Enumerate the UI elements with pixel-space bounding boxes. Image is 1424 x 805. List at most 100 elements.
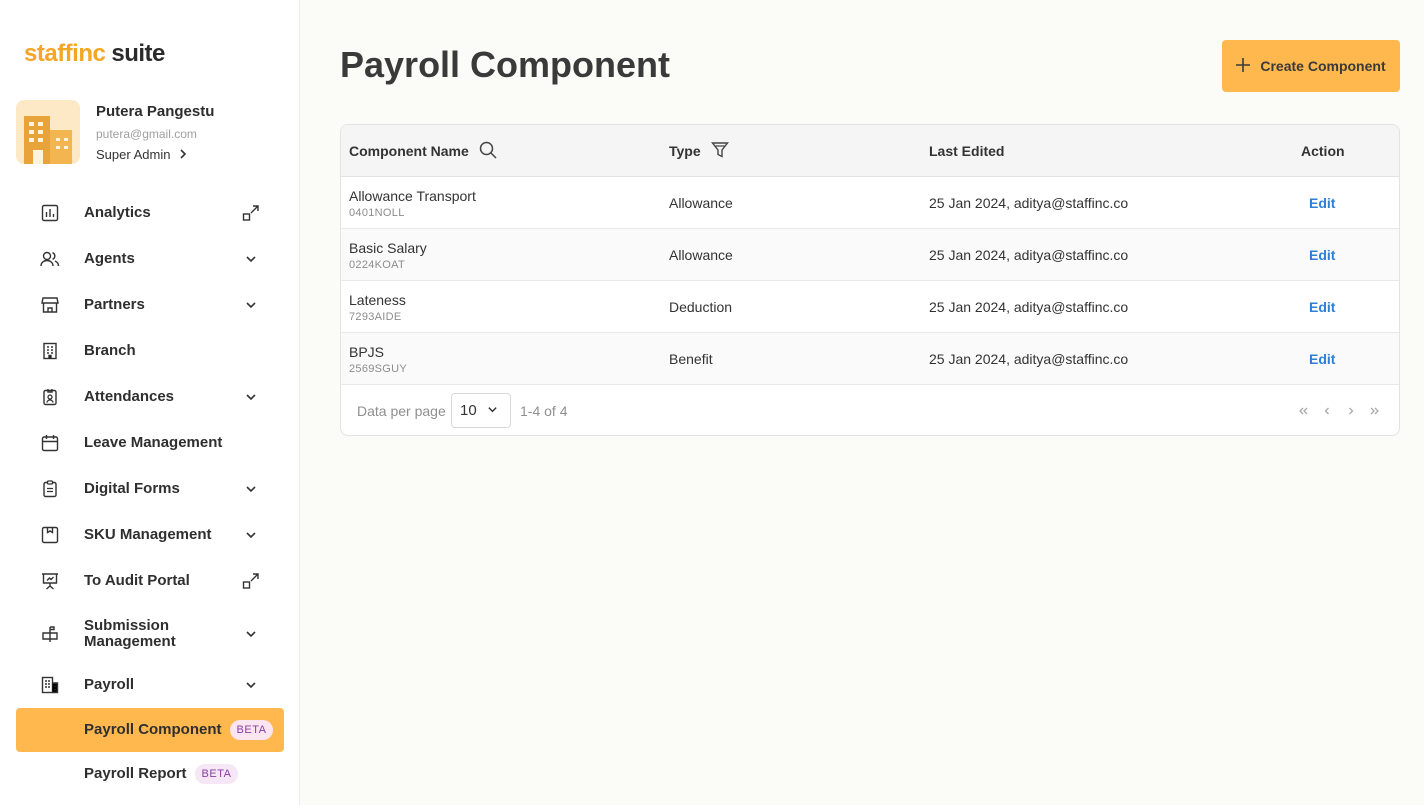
chevron-down-icon — [242, 480, 260, 498]
last-edited: 25 Jan 2024, aditya@staffinc.co — [929, 195, 1129, 211]
box-icon — [40, 525, 60, 545]
page-nav — [1295, 403, 1383, 419]
sidebar-subitem-text: Payroll Component — [84, 720, 222, 738]
presentation-icon — [40, 571, 60, 591]
column-header-action: Action — [1301, 125, 1345, 177]
user-profile[interactable]: Putera Pangestu putera@gmail.com Super A… — [16, 100, 286, 164]
sidebar-item-label: SKU Management — [84, 526, 212, 543]
previous-page-icon[interactable] — [1319, 403, 1335, 419]
sidebar-item-analytics[interactable]: Analytics — [16, 191, 284, 235]
table-header: Component Name Type Last Edited Action — [341, 125, 1399, 177]
sidebar-item-label: Payroll — [84, 676, 135, 693]
chevron-right-icon — [178, 147, 188, 162]
sidebar-item-payroll-component[interactable]: Payroll Component BETA — [16, 708, 284, 752]
table-row: Basic Salary 0224KOAT Allowance 25 Jan 2… — [341, 229, 1399, 281]
component-name-cell: Basic Salary 0224KOAT — [349, 229, 427, 281]
first-page-icon[interactable] — [1295, 403, 1311, 419]
per-page-value: 10 — [460, 402, 477, 419]
sidebar-item-label: Submission Management — [84, 617, 176, 650]
last-edited: 25 Jan 2024, aditya@staffinc.co — [929, 351, 1129, 367]
sidebar-item-label: Partners — [84, 296, 145, 313]
last-edited: 25 Jan 2024, aditya@staffinc.co — [929, 299, 1129, 315]
table-row: Allowance Transport 0401NOLL Allowance 2… — [341, 177, 1399, 229]
component-name-cell: Allowance Transport 0401NOLL — [349, 177, 476, 229]
last-edited: 25 Jan 2024, aditya@staffinc.co — [929, 247, 1129, 263]
component-name: Allowance Transport — [349, 187, 476, 204]
create-component-button[interactable]: Create Component — [1222, 40, 1400, 92]
store-icon — [40, 295, 60, 315]
column-header-label: Type — [669, 143, 701, 159]
payroll-component-table: Component Name Type Last Edited Action A… — [340, 124, 1400, 436]
table-row: Lateness 7293AIDE Deduction 25 Jan 2024,… — [341, 281, 1399, 333]
sidebar-item-to-audit-portal[interactable]: To Audit Portal — [16, 559, 284, 603]
profile-role-label: Super Admin — [96, 147, 171, 162]
beta-badge: BETA — [229, 720, 274, 740]
sidebar-item-label: Agents — [84, 250, 135, 267]
beta-badge: BETA — [194, 764, 239, 784]
chevron-down-icon — [242, 625, 260, 643]
sidebar-item-label: Analytics — [84, 204, 151, 221]
sidebar-item-digital-forms[interactable]: Digital Forms — [16, 467, 284, 511]
sidebar-item-branch[interactable]: Branch — [16, 329, 284, 373]
brand-logo-part1: staffinc — [24, 40, 106, 67]
component-name: Basic Salary — [349, 239, 427, 256]
page-title: Payroll Component — [340, 44, 671, 85]
building-icon — [40, 341, 60, 361]
edit-link[interactable]: Edit — [1309, 247, 1335, 263]
sidebar-item-attendances[interactable]: Attendances — [16, 375, 284, 419]
sidebar-item-submission-management[interactable]: Submission Management — [16, 606, 284, 662]
external-link-icon — [242, 204, 260, 222]
per-page-label: Data per page — [357, 403, 446, 419]
profile-name: Putera Pangestu — [96, 103, 215, 120]
users-icon — [40, 249, 60, 269]
pagination: Data per page 10 1-4 of 4 — [341, 385, 1399, 435]
calendar-icon — [40, 433, 60, 453]
sidebar-item-sku-management[interactable]: SKU Management — [16, 513, 284, 557]
brand-logo-part2: suite — [111, 40, 165, 67]
edit-link[interactable]: Edit — [1309, 299, 1335, 315]
external-link-icon — [242, 572, 260, 590]
chevron-down-icon — [242, 388, 260, 406]
chevron-down-icon — [242, 250, 260, 268]
filter-icon[interactable] — [710, 141, 729, 162]
per-page-select[interactable]: 10 — [451, 393, 511, 428]
column-header-label: Action — [1301, 143, 1345, 159]
component-code: 0401NOLL — [349, 206, 405, 219]
column-header-label: Last Edited — [929, 143, 1005, 159]
mailbox-icon — [40, 624, 60, 644]
edit-link[interactable]: Edit — [1309, 351, 1335, 367]
search-icon[interactable] — [479, 141, 497, 162]
table-row: BPJS 2569SGUY Benefit 25 Jan 2024, adity… — [341, 333, 1399, 385]
component-type: Allowance — [669, 247, 733, 263]
component-name-cell: BPJS 2569SGUY — [349, 333, 407, 385]
sidebar-item-label: Digital Forms — [84, 480, 180, 497]
edit-link[interactable]: Edit — [1309, 195, 1335, 211]
clipboard-icon — [40, 479, 60, 499]
component-code: 0224KOAT — [349, 258, 406, 271]
chevron-down-icon — [487, 402, 498, 419]
last-page-icon[interactable] — [1367, 403, 1383, 419]
page-range: 1-4 of 4 — [520, 403, 568, 419]
component-type: Benefit — [669, 351, 713, 367]
column-header-type: Type — [669, 125, 729, 177]
sidebar-item-agents[interactable]: Agents — [16, 237, 284, 281]
badge-icon — [40, 387, 60, 407]
sidebar-subitem-label: Payroll Component BETA — [84, 720, 274, 740]
column-header-label: Component Name — [349, 143, 469, 159]
component-type: Allowance — [669, 195, 733, 211]
component-code: 7293AIDE — [349, 310, 402, 323]
sidebar-item-partners[interactable]: Partners — [16, 283, 284, 327]
profile-role[interactable]: Super Admin — [96, 147, 188, 162]
chevron-down-icon — [242, 676, 260, 694]
sidebar: staffinc suite Putera Pangestu putera@gm… — [0, 0, 300, 805]
profile-email: putera@gmail.com — [96, 127, 197, 141]
sidebar-item-payroll[interactable]: Payroll — [16, 663, 284, 707]
next-page-icon[interactable] — [1343, 403, 1359, 419]
component-code: 2569SGUY — [349, 362, 408, 375]
sidebar-item-payroll-report[interactable]: Payroll Report BETA — [16, 752, 284, 796]
component-type: Deduction — [669, 299, 733, 315]
sidebar-item-leave-management[interactable]: Leave Management — [16, 421, 284, 465]
plus-icon — [1236, 57, 1251, 75]
sidebar-item-label: To Audit Portal — [84, 572, 190, 589]
brand-logo[interactable]: staffinc suite — [24, 40, 165, 68]
